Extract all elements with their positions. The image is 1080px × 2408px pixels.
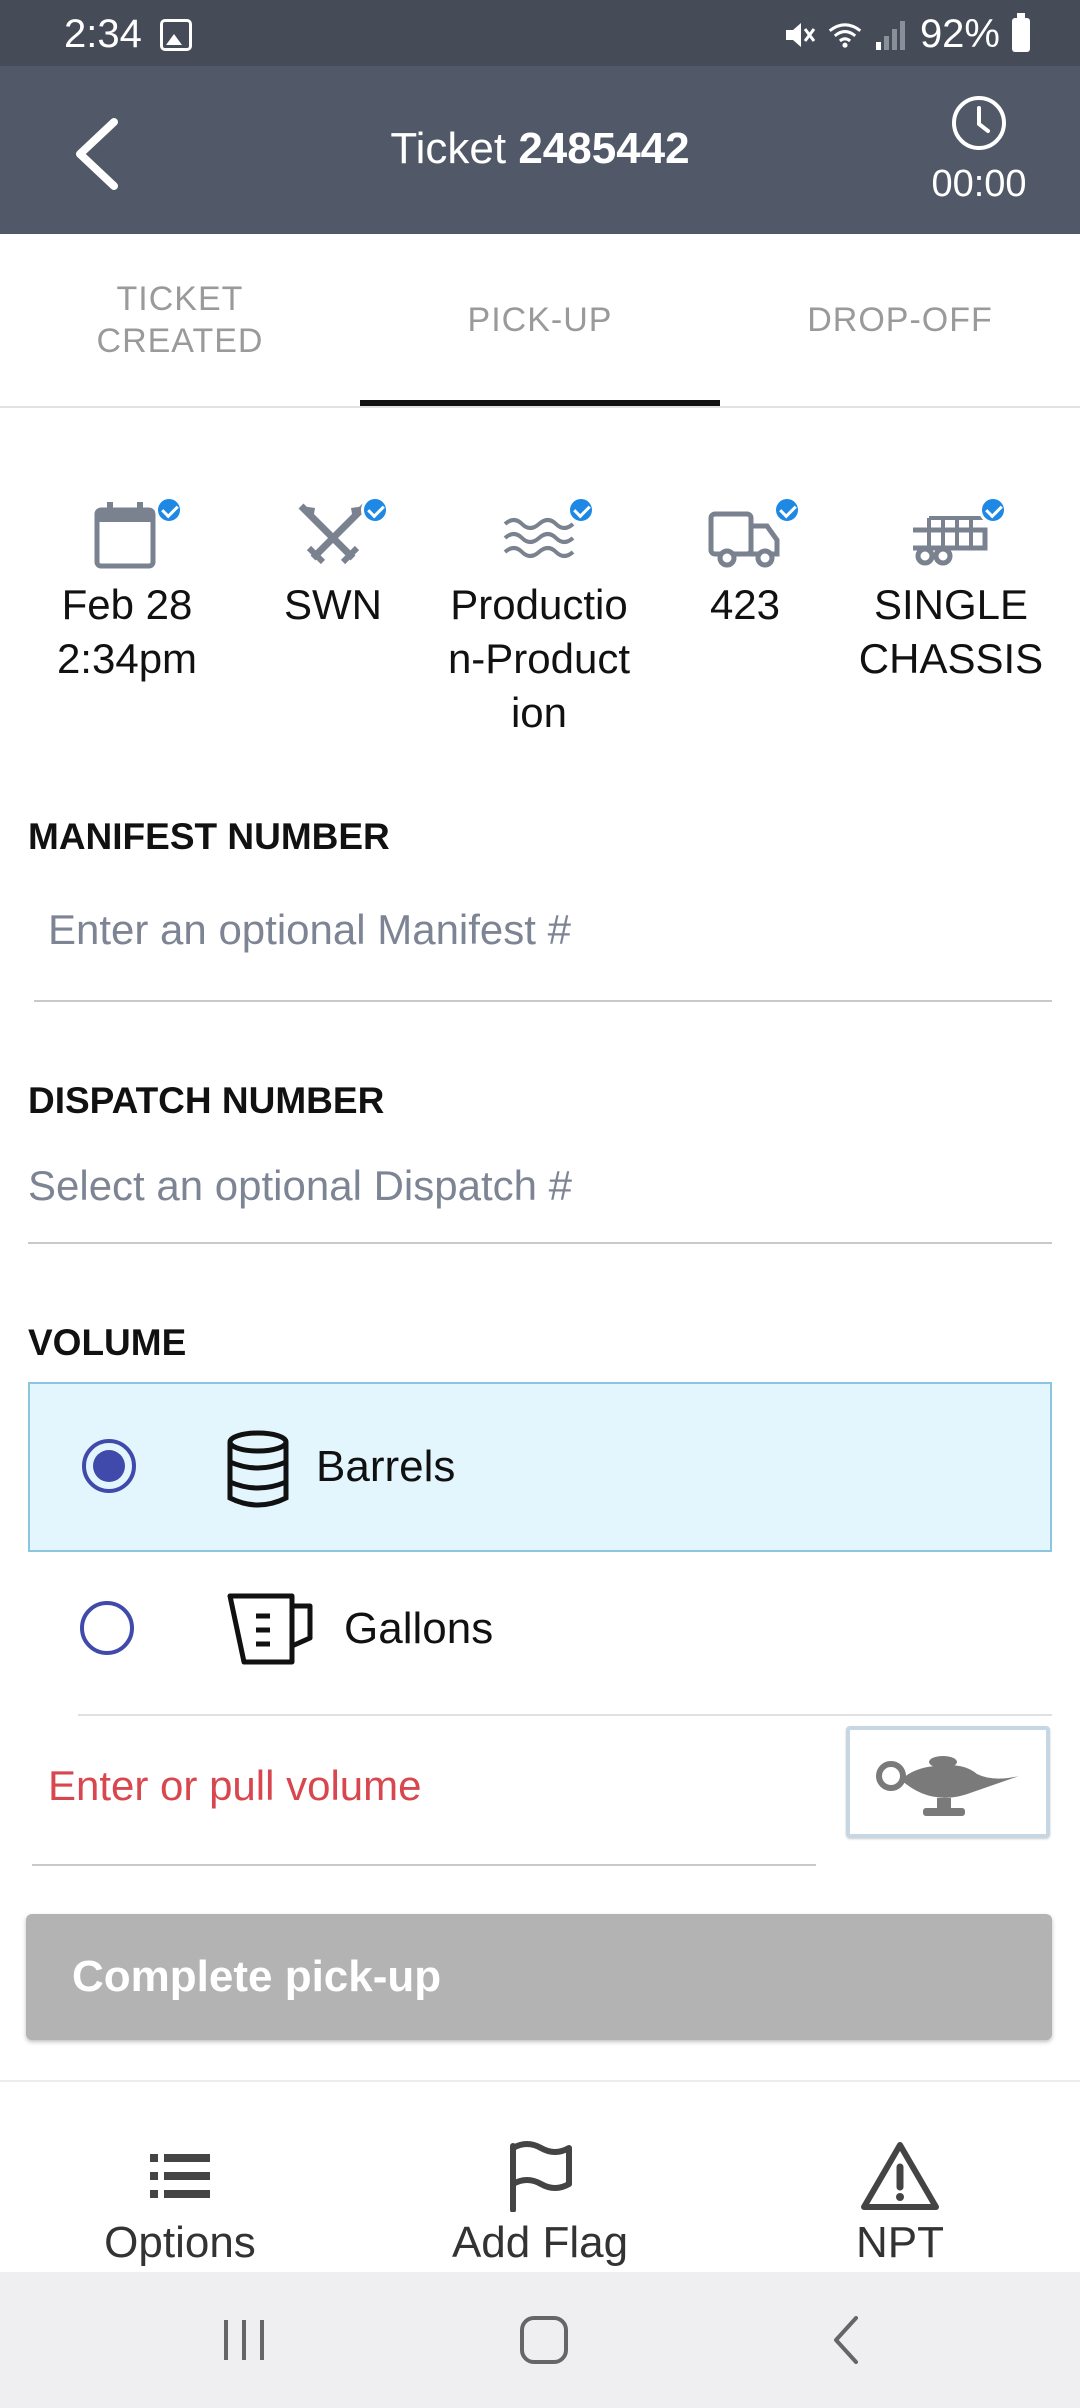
summary-date[interactable]: Feb 28 2:34pm	[24, 496, 230, 740]
status-bar: 2:34 92%	[0, 0, 1080, 66]
npt-button[interactable]: NPT	[720, 2082, 1080, 2272]
recent-apps-icon[interactable]	[220, 2312, 268, 2368]
radio-barrels[interactable]	[82, 1439, 136, 1493]
summary-truck[interactable]: 423	[642, 496, 848, 740]
volume-option-gallons[interactable]: Gallons	[78, 1546, 1052, 1716]
ticket-summary: Feb 28 2:34pm SWN Productio n-Product io…	[24, 496, 1056, 740]
battery-percent: 92%	[919, 12, 1000, 56]
timer[interactable]: 00:00	[904, 94, 1054, 206]
battery-icon	[1012, 12, 1030, 52]
manifest-input[interactable]: Enter an optional Manifest #	[34, 880, 1052, 1002]
check-badge-icon	[361, 496, 389, 524]
manifest-label: MANIFEST NUMBER	[28, 816, 390, 857]
dispatch-label: DISPATCH NUMBER	[28, 1080, 385, 1121]
clock-icon	[952, 96, 1006, 150]
status-time: 2:34	[64, 12, 142, 56]
check-badge-icon	[567, 496, 595, 524]
barrels-label: Barrels	[316, 1442, 456, 1491]
complete-pickup-button[interactable]: Complete pick-up	[26, 1914, 1052, 2040]
system-back-icon[interactable]	[826, 2312, 866, 2368]
status-right: 92%	[782, 12, 1030, 57]
home-icon[interactable]	[516, 2312, 572, 2368]
mute-icon	[785, 22, 816, 47]
warning-icon	[861, 2142, 939, 2210]
gallons-label: Gallons	[344, 1604, 494, 1653]
tab-pick-up[interactable]: PICK-UP	[360, 234, 720, 406]
pull-volume-button[interactable]	[846, 1726, 1050, 1838]
ticket-number: 2485442	[518, 124, 690, 173]
magic-lamp-icon	[876, 1756, 1019, 1816]
volume-option-barrels[interactable]: Barrels	[28, 1382, 1052, 1552]
barrel-icon	[227, 1430, 289, 1508]
measuring-jug-icon	[227, 1593, 313, 1665]
bottom-toolbar: Options Add Flag NPT	[0, 2080, 1080, 2272]
check-badge-icon	[773, 496, 801, 524]
flag-icon	[510, 2141, 572, 2212]
check-badge-icon	[979, 496, 1007, 524]
ticket-steps-tabs: TICKET CREATED PICK-UP DROP-OFF	[0, 234, 1080, 408]
options-button[interactable]: Options	[0, 2082, 360, 2272]
radio-gallons[interactable]	[80, 1601, 134, 1655]
gallery-notification-icon	[160, 19, 192, 51]
app-header: Ticket 2485442 00:00	[0, 66, 1080, 234]
add-flag-button[interactable]: Add Flag	[360, 2082, 720, 2272]
summary-production[interactable]: Productio n-Product ion	[436, 496, 642, 740]
volume-label: VOLUME	[28, 1322, 187, 1363]
signal-icon	[875, 20, 905, 50]
dispatch-select[interactable]: Select an optional Dispatch #	[28, 1140, 1052, 1244]
timer-value: 00:00	[931, 163, 1027, 205]
check-badge-icon	[155, 496, 183, 524]
summary-swn[interactable]: SWN	[230, 496, 436, 740]
tab-drop-off[interactable]: DROP-OFF	[720, 234, 1080, 406]
volume-input[interactable]: Enter or pull volume	[32, 1720, 816, 1866]
summary-trailer[interactable]: SINGLE CHASSIS	[848, 496, 1054, 740]
list-icon	[150, 2154, 210, 2198]
tab-ticket-created[interactable]: TICKET CREATED	[0, 234, 360, 406]
wifi-icon	[828, 22, 862, 48]
system-navigation-bar	[0, 2272, 1080, 2408]
